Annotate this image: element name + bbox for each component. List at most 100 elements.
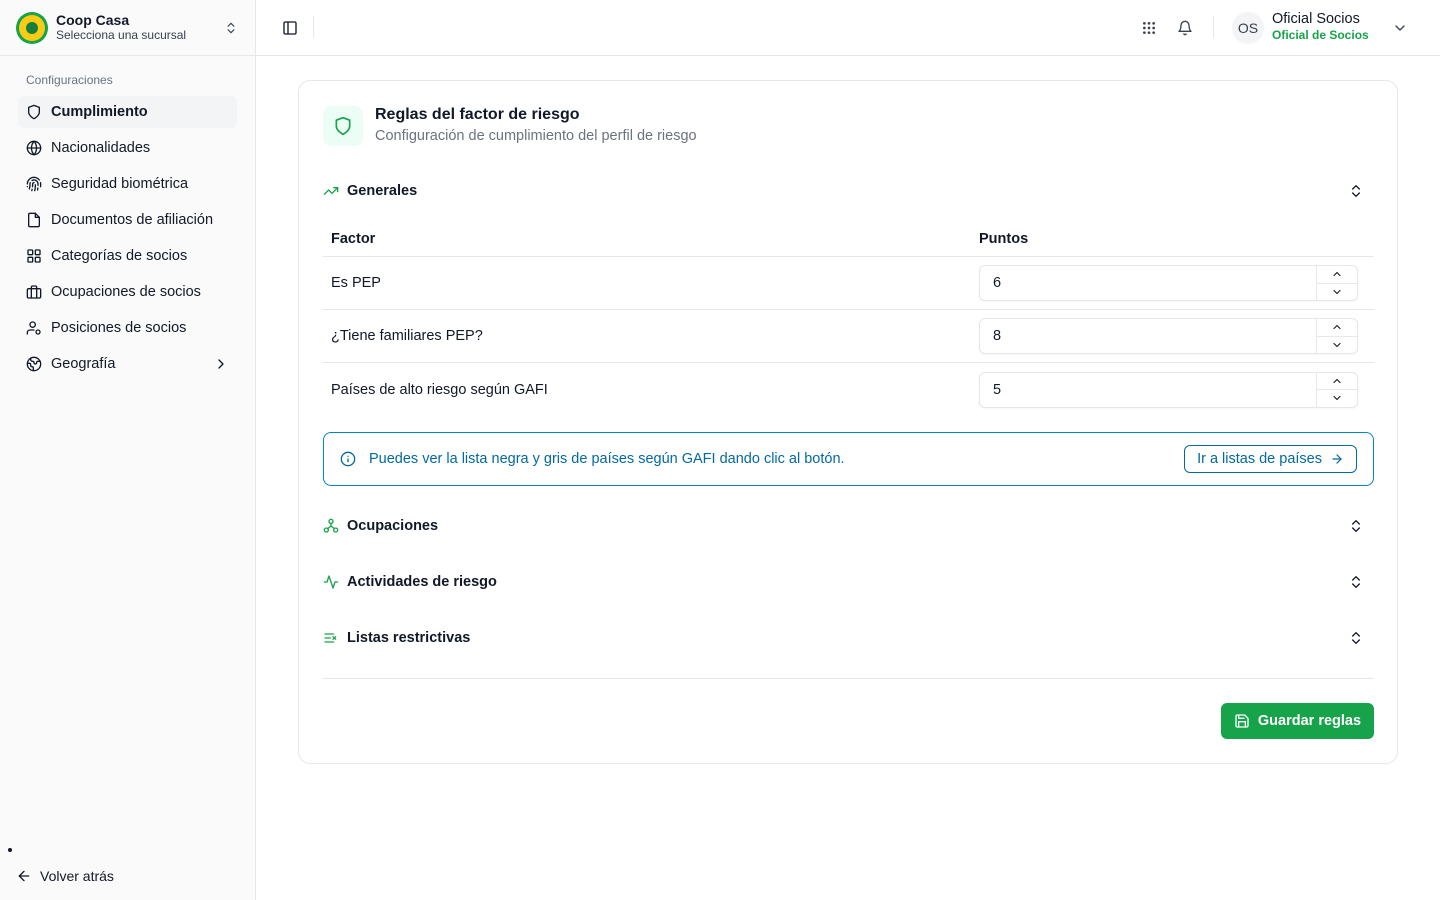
section-actividades-riesgo[interactable]: Actividades de riesgo [323,570,1374,594]
sidebar-item-cumplimiento[interactable]: Cumplimiento [18,96,237,128]
arrow-right-icon [1332,454,1342,464]
factor-label: ¿Tiene familiares PEP? [331,328,483,344]
sidebar-item-label: Nacionalidades [51,140,151,156]
table-header: Factor Puntos [323,221,1374,257]
decrement-button[interactable] [1317,335,1357,354]
factor-label: Países de alto riesgo según GAFI [331,381,548,398]
sidebar-item-label: Documentos de afiliación [51,212,214,228]
chevron-down-icon [1333,342,1341,347]
increment-button[interactable] [1317,266,1357,283]
arrow-left-icon [18,870,30,882]
section-title: Generales [347,183,418,199]
chevron-down-icon[interactable] [1392,20,1408,36]
sidebar-item-posiciones-socios[interactable]: Posiciones de socios [18,312,237,344]
points-stepper[interactable]: 8 [979,318,1358,354]
chevrons-up-down-icon[interactable] [1348,630,1364,646]
fingerprint-icon [26,176,42,192]
table-row: ¿Tiene familiares PEP? 8 [323,310,1374,363]
org-switcher[interactable]: Coop Casa Selecciona una sucursal [0,0,255,56]
points-stepper[interactable]: 6 [979,265,1358,301]
shield-icon [28,104,40,120]
section-title: Ocupaciones [347,518,439,534]
section-listas-restrictivas[interactable]: Listas restrictivas [323,626,1374,650]
avatar[interactable]: OS [1232,12,1264,44]
card-header: Reglas del factor de riesgo Configuració… [323,105,697,146]
bell-icon[interactable] [1174,17,1196,39]
points-input[interactable]: 6 [980,266,1316,300]
sidebar: Coop Casa Selecciona una sucursal Config… [0,0,256,900]
chevron-up-icon [1333,378,1341,383]
sidebar-section-label: Configuraciones [26,73,113,87]
org-name: Coop Casa [56,12,130,28]
section-ocupaciones[interactable]: Ocupaciones [323,514,1374,538]
globe-icon [26,140,42,156]
trending-up-icon [323,187,339,195]
page-title: Reglas del factor de riesgo [375,106,580,123]
chevrons-up-down-icon[interactable] [1348,183,1364,199]
sidebar-nav: Cumplimiento Nacionalidades Seguridad bi… [0,96,255,380]
file-icon [28,212,40,228]
sidebar-toggle-icon[interactable] [278,16,302,40]
back-label: Volver atrás [40,868,114,884]
user-name: Oficial Socios [1272,11,1360,27]
column-header-factor: Factor [331,230,376,247]
save-rules-button[interactable]: Guardar reglas [1221,703,1374,739]
increment-button[interactable] [1317,319,1357,336]
coop-logo [16,11,48,44]
chevron-right-icon[interactable] [213,356,229,372]
briefcase-icon [26,285,42,299]
country-lists-button[interactable]: Ir a listas de países [1184,445,1357,473]
section-title: Actividades de riesgo [347,574,497,590]
sidebar-item-label: Categorías de socios [51,248,188,264]
user-cog-icon [26,321,41,335]
table-row: Países de alto riesgo según GAFI 5 [323,363,1374,416]
points-stepper[interactable]: 5 [979,371,1358,408]
increment-button[interactable] [1317,373,1357,390]
chevrons-up-down-icon[interactable] [223,20,239,36]
chevrons-up-down-icon[interactable] [1348,574,1364,590]
user-info[interactable]: Oficial Socios Oficial de Socios [1272,11,1369,43]
factors-table: Factor Puntos Es PEP 6 ¿Tiene familiares… [323,221,1374,416]
back-button[interactable]: Volver atrás [16,864,114,888]
divider [323,678,1374,679]
topbar: OS Oficial Socios Oficial de Socios [256,0,1440,56]
country-lists-button-label: Ir a listas de países [1197,451,1322,467]
sidebar-item-categorias-socios[interactable]: Categorías de socios [18,240,237,272]
sidebar-item-seguridad-biometrica[interactable]: Seguridad biométrica [18,168,237,200]
chevron-up-icon [1333,272,1341,277]
sidebar-item-geografia[interactable]: Geografía [18,348,237,380]
sidebar-item-label: Posiciones de socios [51,320,187,336]
sidebar-item-label: Cumplimiento [51,104,148,120]
factor-label: Es PEP [331,275,381,291]
points-input[interactable]: 8 [980,319,1316,353]
apps-grid-icon[interactable] [1138,17,1160,39]
network-icon [323,518,339,533]
grid-icon [27,249,41,263]
earth-icon [26,356,42,372]
chevron-down-icon [1333,396,1341,401]
decrement-button[interactable] [1317,282,1357,301]
decrement-button[interactable] [1317,389,1357,407]
divider [313,16,314,38]
gafi-info-alert: Puedes ver la lista negra y gris de país… [323,432,1374,486]
sidebar-item-ocupaciones-socios[interactable]: Ocupaciones de socios [18,276,237,308]
risk-rules-card: Reglas del factor de riesgo Configuració… [298,80,1398,764]
sidebar-item-label: Ocupaciones de socios [51,284,201,300]
chevrons-up-down-icon[interactable] [1348,518,1364,534]
sidebar-item-documentos-afiliacion[interactable]: Documentos de afiliación [18,204,237,236]
section-generales[interactable]: Generales [323,179,1374,203]
sidebar-item-label: Seguridad biométrica [51,176,189,192]
divider [1213,16,1214,38]
chevron-down-icon [1333,289,1341,294]
alert-message: Puedes ver la lista negra y gris de país… [369,451,845,467]
points-input[interactable]: 5 [980,373,1316,407]
sidebar-item-nacionalidades[interactable]: Nacionalidades [18,132,237,164]
branch-prompt: Selecciona una sucursal [56,28,187,42]
shield-icon [323,105,363,146]
save-icon [1235,714,1249,728]
section-title: Listas restrictivas [347,630,471,646]
status-dot [8,848,12,852]
save-rules-label: Guardar reglas [1257,713,1362,729]
column-header-points: Puntos [979,230,1029,247]
list-x-icon [324,633,337,643]
